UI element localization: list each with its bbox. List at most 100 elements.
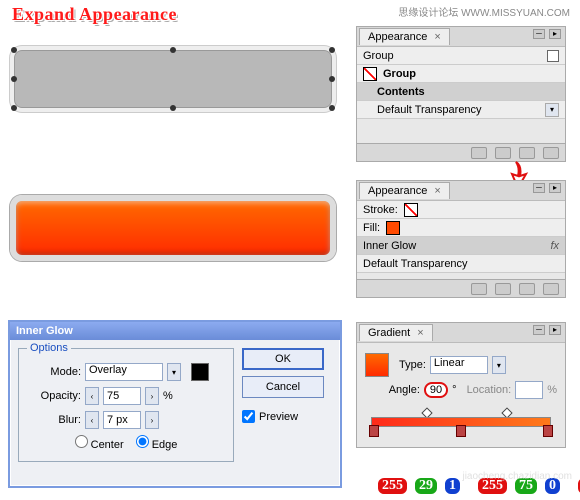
- options-legend: Options: [27, 342, 71, 354]
- options-group: Options Mode: Overlay ▾ Opacity: ‹ › % B…: [18, 348, 234, 462]
- appearance-row[interactable]: Group: [357, 65, 565, 83]
- gradient-panel: ─ ▸ Gradient × Type: Linear ▾ Angle: 90 …: [356, 322, 566, 448]
- rgb-b: 1: [443, 476, 462, 496]
- appearance-row[interactable]: Group: [357, 47, 565, 65]
- panel-minimize-icon[interactable]: ─: [533, 325, 545, 335]
- appearance-row-label: Contents: [377, 86, 425, 98]
- stepper-icon[interactable]: ‹: [85, 411, 99, 429]
- ok-button[interactable]: OK: [242, 348, 324, 370]
- rgb-r: 255: [376, 476, 409, 496]
- close-icon[interactable]: ×: [434, 31, 440, 43]
- preview-checkbox[interactable]: Preview: [242, 410, 324, 423]
- row-toggle-icon[interactable]: [547, 50, 559, 62]
- gradient-stop[interactable]: [543, 425, 553, 437]
- tab-label: Appearance: [368, 31, 427, 43]
- preview-label: Preview: [259, 411, 298, 423]
- location-suffix: %: [547, 384, 557, 396]
- appearance-row-label: Group: [383, 68, 416, 80]
- fill-swatch-icon[interactable]: [386, 221, 400, 235]
- watermark-top: 思缘设计论坛 WWW.MISSYUAN.COM: [398, 4, 570, 19]
- chevron-right-icon[interactable]: ›: [145, 387, 159, 405]
- no-fill-icon: [363, 67, 377, 81]
- panel-footer: [357, 279, 565, 297]
- appearance-panel-1: ─ ▸ Appearance × Group Group Contents De…: [356, 26, 566, 162]
- panel-menu-icon[interactable]: ▸: [549, 183, 561, 193]
- mode-select[interactable]: Overlay: [85, 363, 163, 381]
- gradient-stop[interactable]: [369, 425, 379, 437]
- selection-handle[interactable]: [170, 47, 176, 53]
- blur-input[interactable]: [103, 411, 141, 429]
- new-stroke-icon[interactable]: [495, 147, 511, 159]
- panel-minimize-icon[interactable]: ─: [533, 183, 545, 193]
- selection-handle[interactable]: [329, 76, 335, 82]
- sample-button-orange: [10, 195, 336, 261]
- blur-label: Blur:: [29, 414, 81, 426]
- appearance-row-label: Default Transparency: [377, 104, 482, 116]
- close-icon[interactable]: ×: [417, 327, 423, 339]
- page-title-badge: Expand Appearance: [12, 4, 177, 25]
- angle-input[interactable]: 90: [424, 382, 448, 398]
- trash-icon[interactable]: [543, 147, 559, 159]
- selection-handle[interactable]: [170, 105, 176, 111]
- center-label: Center: [91, 439, 124, 451]
- inner-glow-label: Inner Glow: [363, 240, 416, 252]
- selection-handle[interactable]: [11, 47, 17, 53]
- no-stroke-icon[interactable]: [404, 203, 418, 217]
- appearance-row[interactable]: Default Transparency ▾: [357, 101, 565, 119]
- stroke-row[interactable]: Stroke:: [357, 201, 565, 219]
- selection-handle[interactable]: [329, 105, 335, 111]
- tab-label: Gradient: [368, 327, 410, 339]
- selection-handle[interactable]: [11, 105, 17, 111]
- chevron-right-icon[interactable]: ›: [145, 411, 159, 429]
- appearance-row-label: Group: [363, 50, 394, 62]
- opacity-input[interactable]: [103, 387, 141, 405]
- center-radio[interactable]: Center: [75, 435, 124, 451]
- tab-label: Appearance: [368, 185, 427, 197]
- selection-handle[interactable]: [11, 76, 17, 82]
- inner-glow-dialog: Inner Glow Options Mode: Overlay ▾ Opaci…: [8, 320, 342, 488]
- default-transparency-label: Default Transparency: [363, 258, 468, 270]
- angle-label: Angle:: [389, 384, 420, 396]
- location-label: Location:: [467, 384, 512, 396]
- edge-label: Edge: [152, 439, 178, 451]
- tab-appearance[interactable]: Appearance ×: [359, 28, 450, 45]
- gradient-stop[interactable]: [456, 425, 466, 437]
- new-fill-icon[interactable]: [471, 283, 487, 295]
- chevron-down-icon[interactable]: ▾: [492, 356, 506, 374]
- tab-gradient[interactable]: Gradient ×: [359, 324, 433, 341]
- glow-color-chip[interactable]: [191, 363, 209, 381]
- appearance-panel-2: ─ ▸ Appearance × Stroke: Fill: Inner Glo…: [356, 180, 566, 298]
- duplicate-icon[interactable]: [519, 283, 535, 295]
- default-transparency-row[interactable]: Default Transparency: [357, 255, 565, 273]
- rgb-r: 255: [576, 476, 580, 496]
- chevron-down-icon[interactable]: ▾: [167, 363, 181, 381]
- stroke-label: Stroke:: [363, 204, 398, 216]
- inner-glow-row[interactable]: Inner Glow fx: [357, 237, 565, 255]
- cancel-button[interactable]: Cancel: [242, 376, 324, 398]
- panel-minimize-icon[interactable]: ─: [533, 29, 545, 39]
- angle-suffix: °: [452, 384, 456, 396]
- type-select[interactable]: Linear: [430, 356, 488, 374]
- gradient-slider[interactable]: [365, 403, 557, 437]
- rgb-g: 29: [413, 476, 439, 496]
- appearance-row-selected[interactable]: Contents: [357, 83, 565, 101]
- tab-appearance[interactable]: Appearance ×: [359, 182, 450, 199]
- fill-label: Fill:: [363, 222, 380, 234]
- preview-check-input[interactable]: [242, 410, 255, 423]
- selection-handle[interactable]: [329, 47, 335, 53]
- panel-menu-icon[interactable]: ▸: [549, 325, 561, 335]
- chevron-down-icon[interactable]: ▾: [545, 103, 559, 117]
- type-label: Type:: [399, 359, 426, 371]
- new-stroke-icon[interactable]: [495, 283, 511, 295]
- panel-menu-icon[interactable]: ▸: [549, 29, 561, 39]
- mode-label: Mode:: [29, 366, 81, 378]
- new-fill-icon[interactable]: [471, 147, 487, 159]
- edge-radio[interactable]: Edge: [136, 435, 178, 451]
- stepper-icon[interactable]: ‹: [85, 387, 99, 405]
- gradient-preview-swatch[interactable]: [365, 353, 389, 377]
- duplicate-icon[interactable]: [519, 147, 535, 159]
- fill-row[interactable]: Fill:: [357, 219, 565, 237]
- trash-icon[interactable]: [543, 283, 559, 295]
- close-icon[interactable]: ×: [434, 185, 440, 197]
- dialog-title: Inner Glow: [10, 322, 340, 340]
